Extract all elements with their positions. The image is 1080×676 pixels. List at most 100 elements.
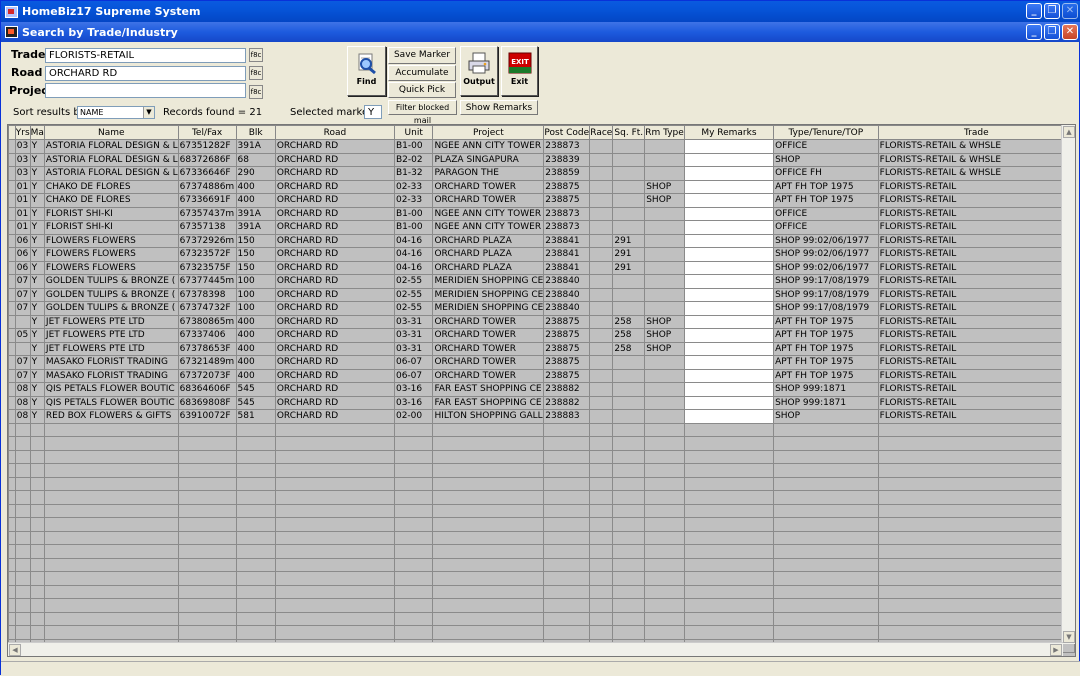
table-row[interactable]: 07 Y GOLDEN TULIPS & BRONZE (67374732F 100 O… [8, 301, 1075, 316]
cell-my-remarks[interactable] [683, 166, 775, 181]
row-selector[interactable] [8, 368, 16, 383]
column-header-tel-fax[interactable]: Tel/Fax [177, 125, 237, 140]
row-selector[interactable] [8, 314, 16, 329]
cell-my-remarks[interactable] [683, 314, 775, 329]
row-selector[interactable] [8, 301, 16, 316]
cell-my-remarks[interactable] [683, 341, 775, 356]
column-header-type-tenure-top[interactable]: Type/Tenure/TOP [773, 125, 879, 140]
cell-my-remarks[interactable] [683, 260, 775, 275]
cell-my-remarks[interactable] [683, 152, 775, 167]
cell-my-remarks[interactable] [683, 274, 775, 289]
horizontal-scrollbar[interactable]: ◀ ▶ [8, 642, 1063, 656]
column-header-road[interactable]: Road [274, 125, 395, 140]
table-row[interactable]: 07 Y GOLDEN TULIPS & BRONZE (67377445m 100 O… [8, 274, 1075, 289]
table-row[interactable]: 03 Y ASTORIA FLORAL DESIGN & L 68372686F 68 O… [8, 152, 1075, 167]
cell-my-remarks[interactable] [683, 328, 775, 343]
table-row[interactable]: 03 Y ASTORIA FLORAL DESIGN & L 67351282F 391… [8, 139, 1075, 154]
table-row[interactable]: 01 Y CHAKO DE FLORES 67374886m 400 ORCHARD RD… [8, 179, 1075, 194]
trade-lookup-button[interactable]: f8c [249, 48, 263, 62]
vertical-scrollbar[interactable]: ▲ ▼ [1061, 125, 1075, 644]
child-restore-icon[interactable]: ❐ [1044, 24, 1060, 40]
row-selector[interactable] [8, 139, 16, 154]
show-remarks-button[interactable]: Show Remarks [460, 100, 538, 115]
column-header-my-remarks[interactable]: My Remarks [683, 125, 775, 140]
row-selector[interactable] [8, 220, 16, 235]
row-selector[interactable] [8, 328, 16, 343]
save-marker-button[interactable]: Save Marker [388, 47, 456, 64]
table-row[interactable]: 05 Y JET FLOWERS PTE LTD 67337406 400 ORCHARD… [8, 328, 1075, 343]
column-header-blk[interactable]: Blk [235, 125, 276, 140]
table-row[interactable]: 07 Y MASAKO FLORIST TRADING 67321489m 400 ORC… [8, 355, 1075, 370]
row-selector[interactable] [8, 206, 16, 221]
table-row[interactable]: 08 Y RED BOX FLOWERS & GIFTS 63910072F 581 OR… [8, 409, 1075, 424]
scroll-left-icon[interactable]: ◀ [9, 644, 21, 656]
column-header-rm-type[interactable]: Rm Type [644, 125, 685, 140]
quick-pick-button[interactable]: Quick Pick [388, 82, 456, 98]
table-row[interactable]: 08 Y QIS PETALS FLOWER BOUTIC 68369808F 545 O… [8, 395, 1075, 410]
cell-my-remarks[interactable] [683, 368, 775, 383]
table-row[interactable]: 07 Y GOLDEN TULIPS & BRONZE (67378398 100 OR… [8, 287, 1075, 302]
row-selector[interactable] [8, 247, 16, 262]
cell-my-remarks[interactable] [683, 139, 775, 154]
accumulate-button[interactable]: Accumulate [388, 65, 456, 81]
row-selector[interactable] [8, 260, 16, 275]
scroll-up-icon[interactable]: ▲ [1063, 126, 1075, 138]
cell-my-remarks[interactable] [683, 233, 775, 248]
row-selector[interactable] [8, 233, 16, 248]
cell-my-remarks[interactable] [683, 382, 775, 397]
cell-my-remarks[interactable] [683, 220, 775, 235]
column-header-project[interactable]: Project [432, 125, 545, 140]
road-lookup-button[interactable]: f8c [249, 66, 263, 80]
output-button[interactable]: Output [460, 46, 498, 96]
row-selector[interactable] [8, 166, 16, 181]
row-selector[interactable] [8, 355, 16, 370]
column-header-trade[interactable]: Trade [877, 125, 1075, 140]
row-selector[interactable] [8, 193, 16, 208]
table-row[interactable]: 01 Y CHAKO DE FLORES 67336691F 400 ORCHARD RD… [8, 193, 1075, 208]
find-button[interactable]: Find [347, 46, 386, 96]
row-selector[interactable] [8, 274, 16, 289]
cell-my-remarks[interactable] [683, 206, 775, 221]
filter-blocked-mail-button[interactable]: Filter blocked mail [388, 100, 457, 125]
scroll-right-icon[interactable]: ▶ [1050, 644, 1062, 656]
scroll-down-icon[interactable]: ▼ [1063, 631, 1075, 643]
column-header-sq-ft[interactable]: Sq. Ft. [612, 125, 646, 140]
table-row[interactable]: 01 Y FLORIST SHI-KI 67357437m 391A ORCHARD RD… [8, 206, 1075, 221]
row-selector[interactable] [8, 287, 16, 302]
column-header-race[interactable]: Race [589, 125, 614, 140]
trade-input[interactable]: FLORISTS-RETAIL [45, 48, 246, 63]
child-close-icon[interactable]: ✕ [1062, 24, 1078, 40]
column-header-post-code[interactable]: Post Code [543, 125, 591, 140]
column-header-unit[interactable]: Unit [393, 125, 434, 140]
row-selector[interactable] [8, 179, 16, 194]
cell-my-remarks[interactable] [683, 247, 775, 262]
close-icon[interactable]: ✕ [1062, 3, 1078, 19]
table-row[interactable]: 01 Y FLORIST SHI-KI 67357138 391A ORCHARD RD B… [8, 220, 1075, 235]
results-grid[interactable]: Yrs Ma Name Tel/Fax Blk Road Unit Project Post C… [7, 124, 1076, 657]
cell-my-remarks[interactable] [683, 301, 775, 316]
table-row[interactable]: 06 Y FLOWERS FLOWERS 67323572F 150 ORCHARD RD… [8, 247, 1075, 262]
row-selector[interactable] [8, 395, 16, 410]
cell-my-remarks[interactable] [683, 409, 775, 424]
row-selector[interactable] [8, 409, 16, 424]
sort-select[interactable]: NAME ▼ [77, 106, 155, 119]
column-header-name[interactable]: Name [43, 125, 179, 140]
table-row[interactable]: 06 Y FLOWERS FLOWERS 67323575F 150 ORCHARD RD… [8, 260, 1075, 275]
minimize-icon[interactable]: _ [1026, 3, 1042, 19]
project-input[interactable] [45, 83, 246, 98]
table-row[interactable]: Y JET FLOWERS PTE LTD 67378653F 400 ORCHARD … [8, 341, 1075, 356]
row-selector[interactable] [8, 382, 16, 397]
exit-button[interactable]: EXIT Exit [501, 46, 538, 96]
selected-marker-input[interactable]: Y [364, 105, 382, 119]
cell-my-remarks[interactable] [683, 355, 775, 370]
cell-my-remarks[interactable] [683, 179, 775, 194]
cell-my-remarks[interactable] [683, 287, 775, 302]
cell-my-remarks[interactable] [683, 193, 775, 208]
column-header-ma[interactable]: Ma [29, 125, 45, 140]
project-lookup-button[interactable]: f8c [249, 85, 263, 99]
row-selector[interactable] [8, 152, 16, 167]
cell-my-remarks[interactable] [683, 395, 775, 410]
table-row[interactable]: 03 Y ASTORIA FLORAL DESIGN & L 67336646F 290… [8, 166, 1075, 181]
table-row[interactable]: 07 Y MASAKO FLORIST TRADING 67372073F 400 ORC… [8, 368, 1075, 383]
table-row[interactable]: Y JET FLOWERS PTE LTD 67380865m 400 ORCHARD … [8, 314, 1075, 329]
